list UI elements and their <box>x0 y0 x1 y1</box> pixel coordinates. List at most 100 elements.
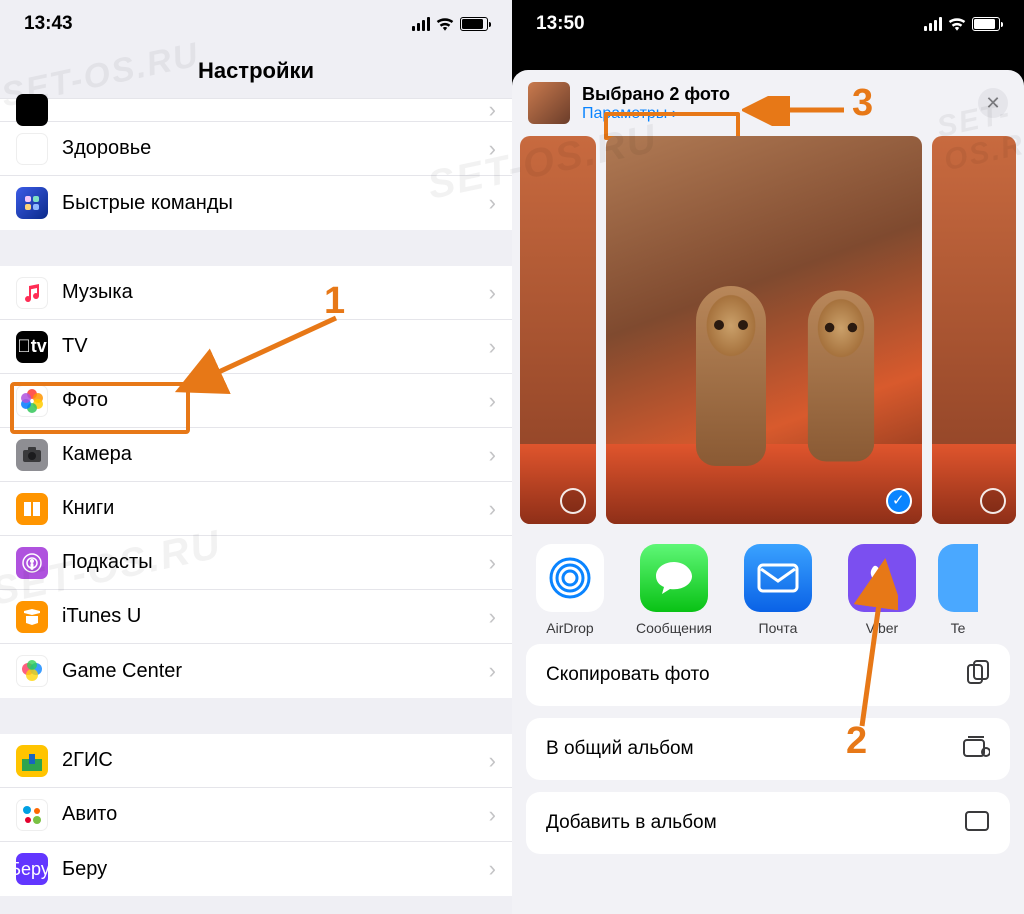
settings-group-2: Музыка › tv TV › Фото › Камера › Книги <box>0 266 512 698</box>
row-camera[interactable]: Камера › <box>0 428 512 482</box>
clock: 13:50 <box>536 13 585 35</box>
2gis-icon <box>16 745 48 777</box>
select-circle-icon[interactable] <box>560 488 586 514</box>
chevron-right-icon: › <box>489 97 496 123</box>
share-apps[interactable]: AirDrop Сообщения Почта Viber Te <box>512 540 1024 644</box>
selected-check-icon[interactable] <box>886 488 912 514</box>
avito-icon <box>16 799 48 831</box>
chevron-right-icon: › <box>489 802 496 828</box>
row-label: Книги <box>62 497 489 520</box>
app-label: AirDrop <box>522 620 618 636</box>
action-copy-photo[interactable]: Скопировать фото <box>526 644 1010 706</box>
chevron-right-icon: › <box>489 748 496 774</box>
itunesu-icon <box>16 601 48 633</box>
beru-icon: Беру! <box>16 853 48 885</box>
gamecenter-icon <box>16 655 48 687</box>
share-header: Выбрано 2 фото Параметры › ✕ <box>512 70 1024 136</box>
row-2gis[interactable]: 2ГИС › <box>0 734 512 788</box>
options-link[interactable]: Параметры › <box>582 105 730 123</box>
app-messages[interactable]: Сообщения <box>626 544 722 636</box>
row-label: Беру <box>62 858 489 881</box>
status-right <box>924 17 1000 31</box>
app-airdrop[interactable]: AirDrop <box>522 544 618 636</box>
action-label: В общий альбом <box>546 738 694 760</box>
row-partial-top[interactable]: › <box>0 98 512 122</box>
shortcuts-icon <box>16 187 48 219</box>
chevron-right-icon: › <box>489 496 496 522</box>
viber-icon <box>848 544 916 612</box>
copy-icon <box>966 659 990 691</box>
settings-group-1: › ♥ Здоровье › Быстрые команды › <box>0 98 512 230</box>
row-avito[interactable]: Авито › <box>0 788 512 842</box>
row-books[interactable]: Книги › <box>0 482 512 536</box>
chevron-right-icon: › <box>489 334 496 360</box>
row-label: Фото <box>62 389 489 412</box>
clock: 13:43 <box>24 13 73 35</box>
row-label: Быстрые команды <box>62 192 489 215</box>
row-shortcuts[interactable]: Быстрые команды › <box>0 176 512 230</box>
battery-icon <box>972 17 1000 31</box>
row-label: 2ГИС <box>62 749 489 772</box>
row-tv[interactable]: tv TV › <box>0 320 512 374</box>
status-bar: 13:43 <box>0 0 512 48</box>
app-label: Viber <box>834 620 930 636</box>
app-more[interactable]: Te <box>938 544 978 636</box>
shared-album-icon <box>962 734 990 764</box>
row-music[interactable]: Музыка › <box>0 266 512 320</box>
app-partial-icon <box>938 544 978 612</box>
chevron-right-icon: › <box>489 658 496 684</box>
share-sheet: Выбрано 2 фото Параметры › ✕ <box>512 70 1024 914</box>
app-mail[interactable]: Почта <box>730 544 826 636</box>
action-add-to-album[interactable]: Добавить в альбом <box>526 792 1010 854</box>
thumbnail <box>528 82 570 124</box>
podcasts-icon <box>16 547 48 579</box>
photo-thumb[interactable] <box>520 136 596 524</box>
wifi-icon <box>948 17 966 31</box>
chevron-right-icon: › <box>489 550 496 576</box>
row-label: Музыка <box>62 281 489 304</box>
chevron-right-icon: › <box>489 856 496 882</box>
row-label: Камера <box>62 443 489 466</box>
chevron-right-icon: › <box>489 604 496 630</box>
app-label: Почта <box>730 620 826 636</box>
app-label: Сообщения <box>626 620 722 636</box>
row-gamecenter[interactable]: Game Center › <box>0 644 512 698</box>
row-label: Авито <box>62 803 489 826</box>
app-viber[interactable]: Viber <box>834 544 930 636</box>
row-podcasts[interactable]: Подкасты › <box>0 536 512 590</box>
row-label: Game Center <box>62 660 489 683</box>
row-health[interactable]: ♥ Здоровье › <box>0 122 512 176</box>
signal-icon <box>412 17 430 31</box>
page-title: Настройки <box>0 48 512 98</box>
action-label: Добавить в альбом <box>546 812 717 834</box>
heart-icon: ♥ <box>16 133 48 165</box>
select-circle-icon[interactable] <box>980 488 1006 514</box>
share-actions: Скопировать фото В общий альбом Добавить… <box>512 644 1024 854</box>
chevron-right-icon: › <box>672 105 677 122</box>
row-beru[interactable]: Беру! Беру › <box>0 842 512 896</box>
chevron-right-icon: › <box>489 388 496 414</box>
action-label: Скопировать фото <box>546 664 710 686</box>
camera-icon <box>16 439 48 471</box>
row-photos[interactable]: Фото › <box>0 374 512 428</box>
meerkat-icon <box>808 291 875 462</box>
photo-thumb-selected[interactable] <box>606 136 922 524</box>
chevron-right-icon: › <box>489 190 496 216</box>
row-label: TV <box>62 335 489 358</box>
chevron-right-icon: › <box>489 136 496 162</box>
close-button[interactable]: ✕ <box>978 88 1008 118</box>
row-label: Здоровье <box>62 137 489 160</box>
share-sheet-screen: 13:50 Выбрано 2 фото Параметры › ✕ <box>512 0 1024 914</box>
photo-thumb[interactable] <box>932 136 1016 524</box>
photos-icon <box>16 385 48 417</box>
row-label: iTunes U <box>62 605 489 628</box>
action-shared-album[interactable]: В общий альбом <box>526 718 1010 780</box>
photo-strip[interactable] <box>512 136 1024 540</box>
row-itunesu[interactable]: iTunes U › <box>0 590 512 644</box>
wifi-icon <box>436 17 454 31</box>
mail-icon <box>744 544 812 612</box>
chevron-right-icon: › <box>489 442 496 468</box>
chevron-right-icon: › <box>489 280 496 306</box>
status-bar: 13:50 <box>512 0 1024 48</box>
app-label: Te <box>938 620 978 636</box>
